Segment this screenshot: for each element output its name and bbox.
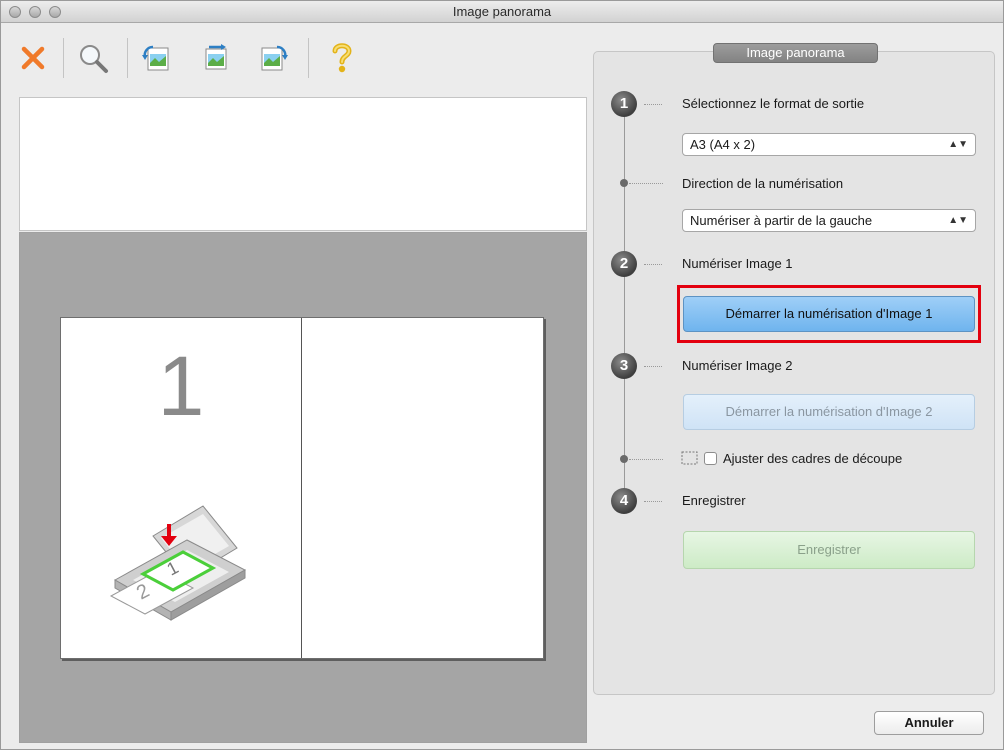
- page-number: 1: [157, 339, 205, 433]
- zoom-button[interactable]: [75, 40, 111, 76]
- save-button[interactable]: Enregistrer: [683, 531, 975, 569]
- title-bar: Image panorama: [1, 1, 1003, 23]
- start-scan-image-1-button[interactable]: Démarrer la numérisation d'Image 1: [683, 296, 975, 332]
- step-1-badge: 1: [611, 91, 637, 117]
- toolbar: [1, 24, 591, 94]
- step-3-badge: 3: [611, 353, 637, 379]
- delete-icon: [21, 46, 45, 70]
- step-2-label: Numériser Image 1: [682, 256, 793, 271]
- step-2-badge: 2: [611, 251, 637, 277]
- scan-direction-value: Numériser à partir de la gauche: [690, 213, 873, 228]
- step-connector: [629, 459, 663, 460]
- cancel-button[interactable]: Annuler: [874, 711, 984, 735]
- start-scan-image-2-button[interactable]: Démarrer la numérisation d'Image 2: [683, 394, 975, 430]
- step-3-label: Numériser Image 2: [682, 358, 793, 373]
- step-1-label: Sélectionnez le format de sortie: [682, 96, 865, 111]
- toolbar-separator: [63, 38, 64, 78]
- adjust-crop-frames-label: Ajuster des cadres de découpe: [723, 451, 903, 466]
- select-arrows-icon: ▲▼: [948, 215, 968, 226]
- step-4-badge: 4: [611, 488, 637, 514]
- scanner-illustration-icon: 2 1: [105, 488, 255, 631]
- scan-direction-select[interactable]: Numériser à partir de la gauche ▲▼: [682, 209, 976, 232]
- delete-button[interactable]: [15, 40, 51, 76]
- step-connector: [644, 366, 662, 367]
- help-icon: [332, 43, 352, 73]
- rotate-right-icon: [261, 45, 288, 71]
- flip-icon: [205, 44, 227, 70]
- step-connector: [644, 104, 662, 105]
- scan-direction-label: Direction de la numérisation: [682, 176, 844, 191]
- preview-area: 1 2 1: [19, 232, 587, 743]
- output-format-value: A3 (A4 x 2): [690, 137, 756, 152]
- step-4-label: Enregistrer: [682, 493, 746, 508]
- adjust-crop-frames-checkbox[interactable]: [704, 452, 717, 465]
- toolbar-separator: [308, 38, 309, 78]
- step-connector: [644, 264, 662, 265]
- select-arrows-icon: ▲▼: [948, 139, 968, 150]
- panel-title-tab: Image panorama: [713, 43, 878, 63]
- substep-dot: [620, 455, 628, 463]
- panorama-page-layout: 1 2 1: [60, 317, 544, 659]
- step-timeline: [624, 104, 625, 504]
- window-title: Image panorama: [452, 4, 552, 19]
- page-divider: [301, 318, 302, 658]
- crop-frame-icon: [681, 451, 698, 465]
- rotate-left-icon: [142, 45, 169, 71]
- magnifier-icon: [80, 45, 108, 73]
- toolbar-separator: [127, 38, 128, 78]
- output-format-select[interactable]: A3 (A4 x 2) ▲▼: [682, 133, 976, 156]
- flip-button[interactable]: [198, 40, 234, 76]
- help-button[interactable]: [324, 40, 360, 76]
- substep-dot: [620, 179, 628, 187]
- rotate-left-button[interactable]: [138, 40, 174, 76]
- step-connector: [644, 501, 662, 502]
- app-window: Image panorama 1 2 1 Image panorama 1 Sé…: [0, 0, 1004, 750]
- rotate-right-button[interactable]: [256, 40, 292, 76]
- thumbnail-area: [19, 97, 587, 231]
- step-connector: [629, 183, 663, 184]
